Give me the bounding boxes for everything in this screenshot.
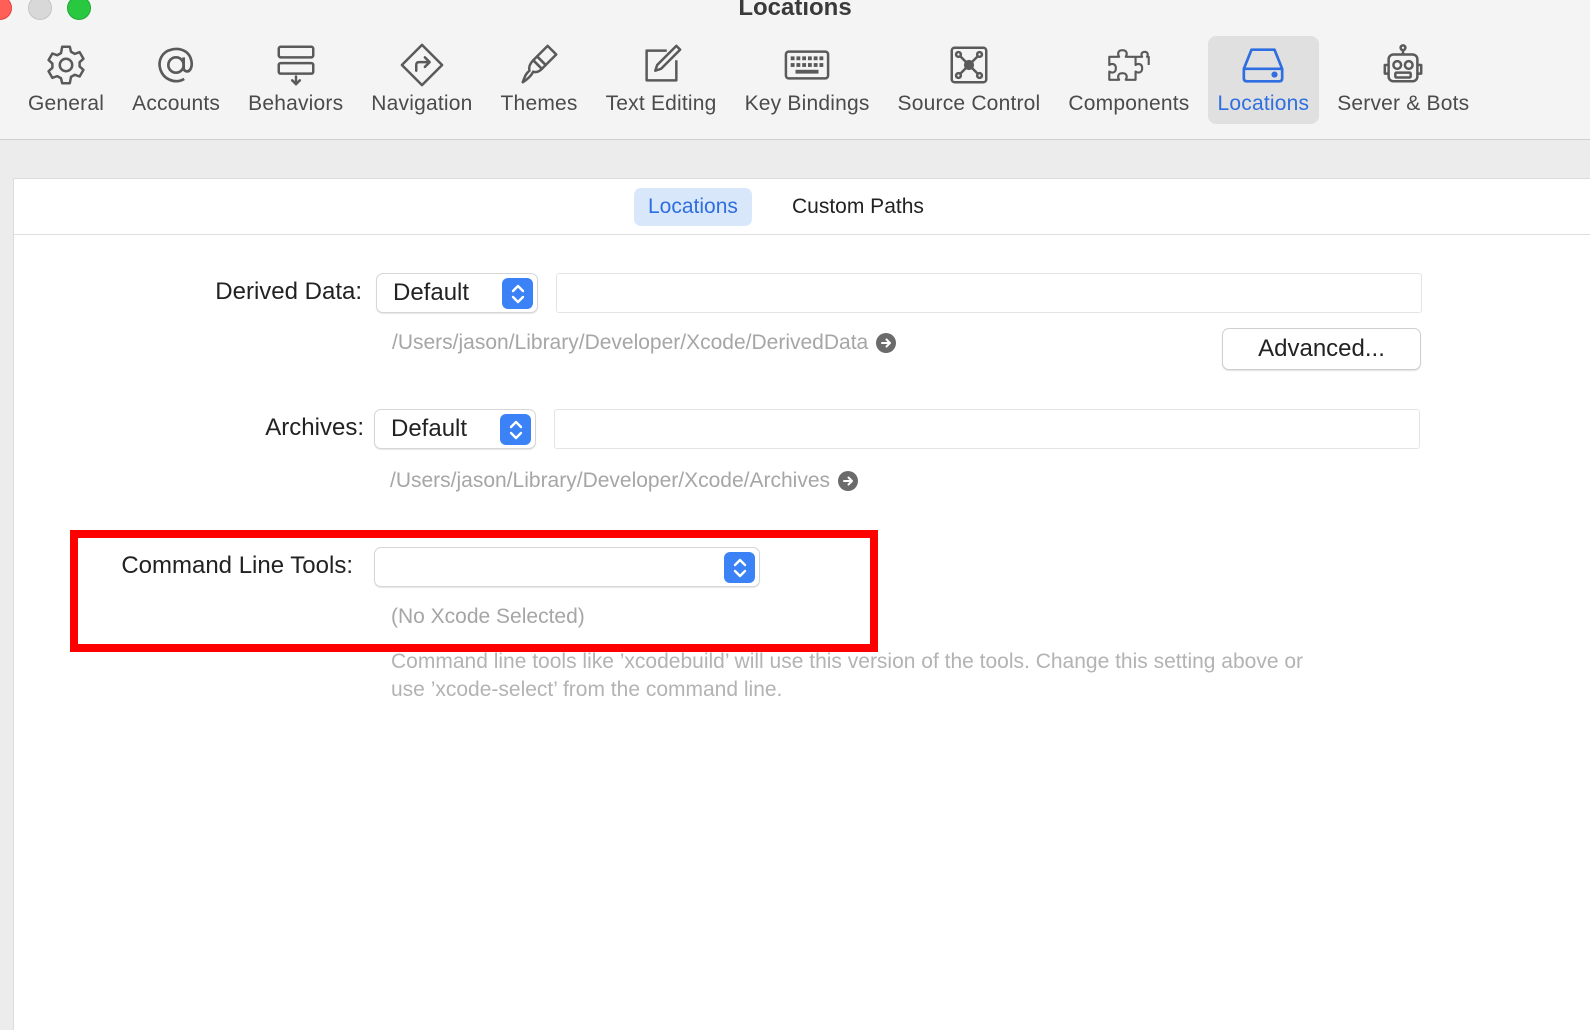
toolbar-item-label: Accounts [132,92,221,115]
derived-data-label: Derived Data: [215,278,362,305]
archives-popup[interactable]: Default [374,409,536,449]
archives-path-field[interactable] [554,409,1420,449]
advanced-button[interactable]: Advanced... [1222,328,1421,370]
derived-data-path-field[interactable] [556,273,1422,313]
paintbrush-icon [511,42,567,88]
archives-path-text: /Users/jason/Library/Developer/Xcode/Arc… [390,469,831,492]
toolbar-item-key-bindings[interactable]: Key Bindings [735,36,880,124]
behaviors-icon [268,42,324,88]
gear-icon [38,42,94,88]
navigation-sign-icon [394,42,450,88]
derived-data-selected-value: Default [393,279,470,306]
derived-data-popup[interactable]: Default [376,273,538,313]
command-line-tools-hint-line-1: Command line tools like ’xcodebuild’ wil… [391,650,1304,673]
segmented-tabs: Locations Custom Paths [14,179,1590,235]
toolbar-item-text-editing[interactable]: Text Editing [596,36,727,124]
reveal-in-finder-arrow-icon[interactable] [876,333,897,353]
toolbar-item-themes[interactable]: Themes [491,36,588,124]
toolbar-item-server-bots[interactable]: Server & Bots [1327,36,1479,124]
toolbar-item-label: Components [1068,92,1190,115]
toolbar-item-label: Server & Bots [1337,92,1470,115]
toolbar-item-label: Locations [1217,92,1310,115]
tab-locations[interactable]: Locations [634,188,752,226]
pencil-square-icon [633,42,689,88]
reveal-in-finder-arrow-icon[interactable] [838,471,859,491]
toolbar-item-label: Navigation [371,92,473,115]
drive-icon [1235,42,1291,88]
toolbar-item-label: Behaviors [248,92,344,115]
toolbar-item-general[interactable]: General [18,36,114,124]
toolbar-item-accounts[interactable]: Accounts [122,36,230,124]
preferences-toolbar: General Accounts Behaviors Navigation Th… [18,36,1487,126]
keyboard-icon [779,42,835,88]
toolbar-item-label: Key Bindings [744,92,870,115]
toolbar-item-label: Text Editing [605,92,717,115]
robot-icon [1375,42,1431,88]
chevron-up-down-icon [500,414,531,445]
at-sign-icon [148,42,204,88]
toolbar-item-behaviors[interactable]: Behaviors [238,36,353,124]
archives-label: Archives: [265,414,364,441]
toolbar-item-components[interactable]: Components [1058,36,1199,124]
toolbar-item-navigation[interactable]: Navigation [361,36,482,124]
toolbar-item-label: General [28,92,105,115]
toolbar-item-label: Themes [500,92,578,115]
derived-data-path-text: /Users/jason/Library/Developer/Xcode/Der… [392,331,869,354]
window-title: Locations [738,0,852,21]
derived-data-path: /Users/jason/Library/Developer/Xcode/Der… [392,331,897,355]
toolbar-item-source-control[interactable]: Source Control [888,36,1051,124]
chevron-up-down-icon [502,278,533,309]
puzzle-piece-icon [1101,42,1157,88]
archives-path: /Users/jason/Library/Developer/Xcode/Arc… [390,469,859,493]
toolbar-item-locations[interactable]: Locations [1207,36,1320,124]
command-line-tools-hint-line-2: use ’xcode-select’ from the command line… [391,678,783,701]
source-control-icon [941,42,997,88]
tab-custom-paths[interactable]: Custom Paths [778,188,938,226]
highlight-annotation-box [70,530,878,652]
archives-selected-value: Default [391,415,468,442]
toolbar-item-label: Source Control [897,92,1041,115]
window-titlebar: Locations General Accounts Behaviors Nav… [0,0,1590,140]
